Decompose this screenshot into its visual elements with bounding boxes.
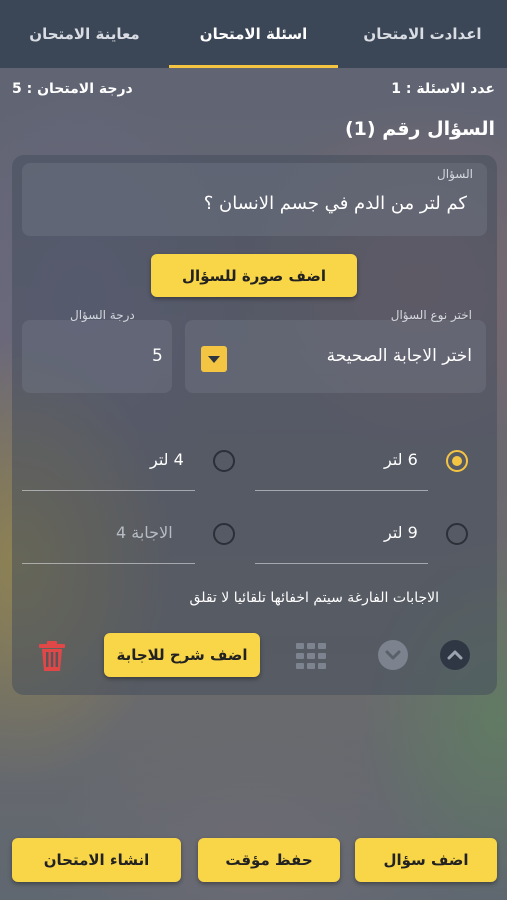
add-question-image-button[interactable]: اضف صورة للسؤال — [151, 254, 357, 297]
question-title: السؤال رقم (1) — [344, 118, 495, 140]
question-text-field[interactable]: السؤال كم لتر من الدم في جسم الانسان ؟ — [22, 163, 487, 236]
answer-4-input[interactable]: الاجابة 4 — [116, 523, 173, 542]
move-down-button[interactable] — [377, 639, 409, 671]
question-grade-field[interactable]: درجة السؤال 5 — [22, 308, 172, 393]
add-question-button[interactable]: اضف سؤال — [355, 838, 497, 882]
move-up-button[interactable] — [439, 639, 471, 671]
answer-4-underline — [22, 563, 195, 564]
delete-question-button[interactable] — [36, 638, 68, 674]
answer-2-underline — [22, 490, 195, 491]
answer-1-radio[interactable] — [446, 450, 468, 472]
trash-icon — [39, 641, 65, 671]
add-explanation-button[interactable]: اضف شرح للاجابة — [104, 633, 260, 677]
tab-exam-preview[interactable]: معاينة الامتحان — [0, 0, 169, 68]
save-temp-button[interactable]: حفظ مؤقت — [198, 838, 340, 882]
answer-3-text[interactable]: 9 لتر — [384, 523, 418, 542]
grid-button[interactable] — [294, 639, 328, 673]
question-type-value: اختر الاجابة الصحيحة — [326, 346, 472, 366]
dropdown-arrow-icon[interactable] — [201, 346, 227, 372]
questions-count: عدد الاسئلة : 1 — [391, 81, 495, 97]
empty-answers-hint: الاجابات الفارغة سيتم اخفائها تلقائيا لا… — [189, 590, 439, 606]
question-field-label: السؤال — [437, 167, 473, 181]
exam-grade: درجة الامتحان : 5 — [12, 81, 133, 97]
tab-bar: اعدادت الامتحان اسئلة الامتحان معاينة ال… — [0, 0, 507, 68]
question-type-select[interactable]: اختر نوع السؤال اختر الاجابة الصحيحة — [185, 308, 486, 393]
answer-3-underline — [255, 563, 428, 564]
question-text-input[interactable]: كم لتر من الدم في جسم الانسان ؟ — [204, 193, 467, 214]
chevron-down-icon — [378, 640, 408, 670]
answer-2-text[interactable]: 4 لتر — [150, 450, 184, 469]
info-bar: عدد الاسئلة : 1 درجة الامتحان : 5 — [12, 78, 495, 100]
question-grade-input[interactable]: 5 — [152, 346, 163, 366]
answer-2-radio[interactable] — [213, 450, 235, 472]
chevron-up-icon — [440, 640, 470, 670]
answer-1-text[interactable]: 6 لتر — [384, 450, 418, 469]
question-type-label: اختر نوع السؤال — [390, 308, 472, 322]
tab-exam-settings[interactable]: اعدادت الامتحان — [338, 0, 507, 68]
create-exam-button[interactable]: انشاء الامتحان — [12, 838, 181, 882]
answer-1-underline — [255, 490, 428, 491]
question-card: السؤال كم لتر من الدم في جسم الانسان ؟ ا… — [12, 155, 497, 695]
answer-3-radio[interactable] — [446, 523, 468, 545]
tab-exam-questions[interactable]: اسئلة الامتحان — [169, 0, 338, 68]
question-grade-label: درجة السؤال — [70, 308, 135, 322]
answer-4-radio[interactable] — [213, 523, 235, 545]
grid-icon — [296, 643, 326, 669]
